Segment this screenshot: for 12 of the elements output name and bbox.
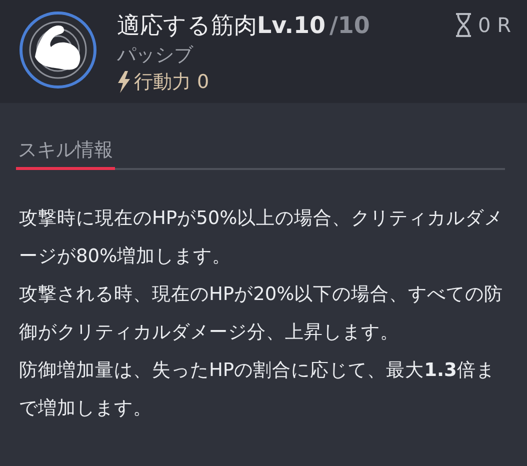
cooldown: 0 R xyxy=(478,13,511,37)
skill-title: 適応する筋肉Lv.10 xyxy=(117,13,326,39)
flexed-arm-icon xyxy=(19,11,97,89)
action-cost: 行動力 0 xyxy=(134,70,210,95)
skill-type: パッシブ xyxy=(117,43,194,68)
description-paragraph: 攻撃時に現在のHPが50%以上の場合、クリティカルダメージが80%増加します。 xyxy=(19,207,504,269)
description-paragraph: 攻撃される時、現在のHPが20%以下の場合、すべての防御がクリティカルダメージ分、上昇します。 xyxy=(19,283,504,345)
description-paragraph: 防御増加量は、失ったHPの割合に応じて、最大1.3倍まで増加します。 xyxy=(19,359,496,421)
max-level: /10 xyxy=(330,13,370,39)
hourglass-icon xyxy=(455,13,472,37)
section-tab[interactable]: スキル情報 xyxy=(16,137,115,170)
lightning-icon xyxy=(117,71,131,93)
